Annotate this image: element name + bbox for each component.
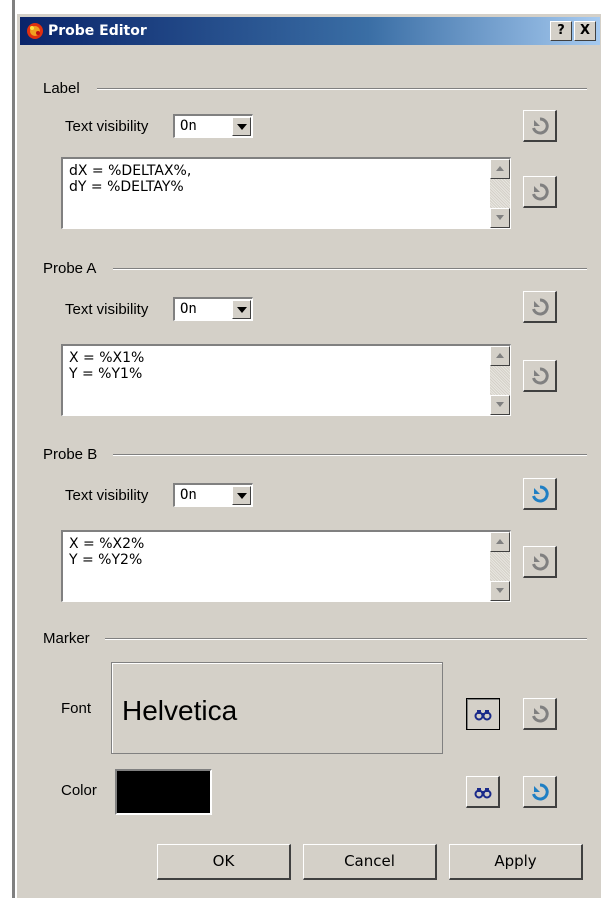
marker-section-title: Marker [43,630,94,648]
font-browse-button[interactable] [466,698,500,730]
probe-b-text-area[interactable]: X = %X2% Y = %Y2% [61,530,511,602]
label-section-title: Label [43,80,84,98]
ok-button[interactable]: OK [157,844,291,880]
probe-b-text-visibility-select[interactable]: On [173,483,253,507]
chevron-down-icon[interactable] [232,486,251,505]
scroll-down-icon[interactable] [490,395,510,415]
color-label: Color [61,782,97,799]
binoculars-icon [474,710,492,721]
chevron-down-icon[interactable] [232,117,251,136]
font-label: Font [61,700,92,717]
probe-b-scrollbar[interactable] [490,532,510,601]
probe-a-section-divider [113,268,587,270]
probe-b-section-divider [113,454,587,456]
probe-b-text-content: X = %X2% Y = %Y2% [69,536,145,568]
chevron-down-icon[interactable] [232,300,251,319]
probe-editor-dialog: Probe Editor ? X Label Text visibility O… [15,12,601,898]
font-preview: Helvetica [111,662,443,754]
reset-icon [532,117,549,135]
title-bar[interactable]: Probe Editor ? X [20,17,600,45]
probe-a-text-visibility-select[interactable]: On [173,297,253,321]
reset-icon [532,298,549,316]
probe-b-text-visibility-value: On [180,487,197,503]
reset-icon [532,783,549,801]
font-reset-button[interactable] [523,698,557,730]
marker-section-divider [105,638,587,640]
reset-icon [532,367,549,385]
scroll-up-icon[interactable] [490,346,510,366]
scroll-down-icon[interactable] [490,581,510,601]
probe-b-visibility-reset-button[interactable] [523,478,557,510]
reset-icon [532,485,549,503]
probe-b-text-visibility-label: Text visibility [65,487,149,504]
label-visibility-reset-button[interactable] [523,110,557,142]
label-section-divider [97,88,587,90]
help-button[interactable]: ? [550,21,572,41]
probe-a-text-area[interactable]: X = %X1% Y = %Y1% [61,344,511,416]
probe-a-text-reset-button[interactable] [523,360,557,392]
reset-icon [532,705,549,723]
probe-a-text-visibility-label: Text visibility [65,301,149,318]
label-text-area[interactable]: dX = %DELTAX%, dY = %DELTAY% [61,157,511,229]
reset-icon [532,553,549,571]
label-text-visibility-label: Text visibility [65,118,149,135]
probe-b-section-title: Probe B [43,446,102,464]
label-text-visibility-select[interactable]: On [173,114,253,138]
color-swatch[interactable] [115,769,212,815]
color-reset-button[interactable] [523,776,557,808]
probe-a-visibility-reset-button[interactable] [523,291,557,323]
cancel-button[interactable]: Cancel [303,844,437,880]
apply-button[interactable]: Apply [449,844,583,880]
label-text-content: dX = %DELTAX%, dY = %DELTAY% [69,163,192,195]
color-browse-button[interactable] [466,776,500,808]
binoculars-icon [474,788,492,799]
scroll-up-icon[interactable] [490,532,510,552]
probe-a-text-visibility-value: On [180,301,197,317]
scroll-down-icon[interactable] [490,208,510,228]
probe-b-text-reset-button[interactable] [523,546,557,578]
label-scrollbar[interactable] [490,159,510,228]
probe-a-scrollbar[interactable] [490,346,510,415]
probe-a-text-content: X = %X1% Y = %Y1% [69,350,145,382]
app-icon [27,23,43,39]
font-sample-text: Helvetica [122,695,238,726]
window-title: Probe Editor [48,23,147,39]
scroll-up-icon[interactable] [490,159,510,179]
label-text-visibility-value: On [180,118,197,134]
reset-icon [532,183,549,201]
label-text-reset-button[interactable] [523,176,557,208]
probe-a-section-title: Probe A [43,260,101,278]
close-button[interactable]: X [574,21,596,41]
